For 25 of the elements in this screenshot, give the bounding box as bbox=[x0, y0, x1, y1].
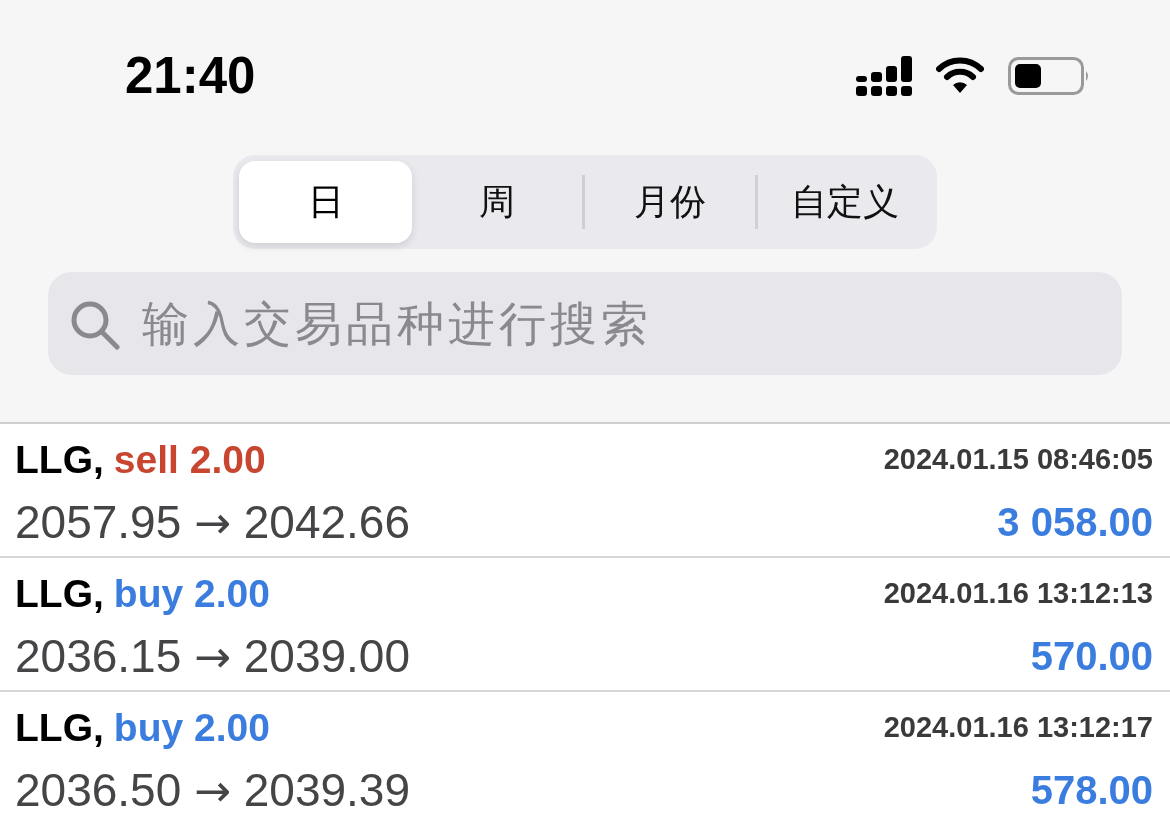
battery-icon bbox=[1008, 56, 1090, 95]
trade-profit: 3 058.00 bbox=[997, 502, 1153, 542]
period-tab[interactable]: 月份 bbox=[585, 161, 755, 244]
order-type: sell 2.00 bbox=[113, 439, 266, 479]
signal-icon bbox=[856, 55, 912, 96]
trade-prices: 2036.50 → 2039.39 bbox=[15, 767, 410, 813]
search-field[interactable]: 输入交易品种进行搜索 bbox=[48, 272, 1122, 375]
order-type: buy 2.00 bbox=[113, 573, 270, 613]
period-tab[interactable]: 自定义 bbox=[758, 161, 931, 244]
period-tab[interactable]: 日 bbox=[239, 161, 412, 244]
trade-prices: 2036.15 → 2039.00 bbox=[15, 633, 410, 679]
trade-time: 2024.01.16 13:12:13 bbox=[883, 578, 1153, 608]
period-tab[interactable]: 周 bbox=[412, 161, 582, 244]
trade-symbol: LLG, bbox=[15, 707, 104, 747]
trade-symbol: LLG, bbox=[15, 439, 104, 479]
wifi-icon bbox=[936, 57, 984, 95]
trade-symbol: LLG, bbox=[15, 573, 104, 613]
trade-profit: 570.00 bbox=[1030, 636, 1153, 676]
trade-profit: 578.00 bbox=[1030, 770, 1153, 810]
order-type: buy 2.00 bbox=[113, 707, 270, 747]
search-icon bbox=[70, 300, 120, 351]
status-time: 21:40 bbox=[125, 50, 256, 102]
trade-time: 2024.01.16 13:12:17 bbox=[883, 712, 1153, 742]
trade-prices: 2057.95 → 2042.66 bbox=[15, 499, 410, 545]
trade-time: 2024.01.15 08:46:05 bbox=[883, 444, 1153, 474]
